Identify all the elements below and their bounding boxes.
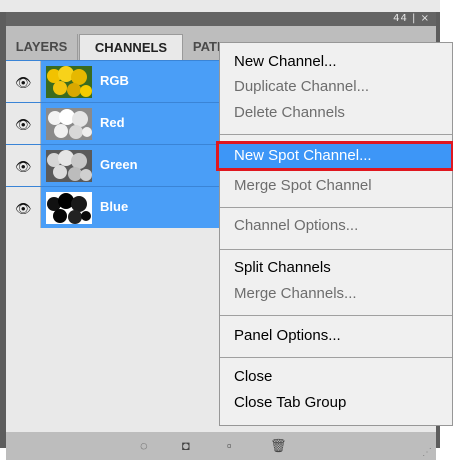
visibility-toggle[interactable]: 👁 [6,187,41,228]
panel-bottom-bar: ◌ ◘ ▫ 🗑 ⋰ [6,432,436,460]
menu-item-merge-spot-channel[interactable]: Merge Spot Channel [234,177,372,194]
channel-name: Red [100,115,125,130]
eye-icon: 👁 [15,117,32,132]
channel-name: Green [100,157,138,172]
eye-icon: 👁 [15,159,32,174]
channel-name: Blue [100,199,129,214]
tab-layers[interactable]: LAYERS [6,34,78,60]
menu-item-split-channels[interactable]: Split Channels [234,259,331,276]
menu-separator [220,249,452,250]
menu-item-new-channel[interactable]: New Channel... [234,53,337,70]
visibility-toggle[interactable]: 👁 [6,145,41,186]
channel-name: RGB [100,73,129,88]
menu-separator [220,315,452,316]
new-channel-icon[interactable]: ▫ [227,438,232,453]
collapse-close-buttons[interactable]: 44 | × [393,13,430,24]
save-selection-icon[interactable]: ◘ [182,438,190,453]
visibility-toggle[interactable]: 👁 [6,61,41,102]
menu-item-close-tab-group[interactable]: Close Tab Group [234,394,346,411]
panel-flyout-menu: New Channel... Duplicate Channel... Dele… [216,42,453,426]
tab-channels[interactable]: CHANNELS [79,34,183,61]
menu-separator [220,134,452,135]
visibility-toggle[interactable]: 👁 [6,103,41,144]
menu-item-duplicate-channel[interactable]: Duplicate Channel... [234,78,369,95]
resize-grip-icon[interactable]: ⋰ [422,447,432,458]
channel-thumbnail [46,150,92,182]
menu-separator [220,207,452,208]
menu-item-close[interactable]: Close [234,368,272,385]
load-selection-icon[interactable]: ◌ [140,438,148,453]
menu-item-new-spot-channel[interactable]: New Spot Channel... [216,141,453,171]
channel-thumbnail [46,108,92,140]
panel-titlebar: 44 | × [6,12,436,26]
channel-thumbnail [46,192,92,224]
eye-icon: 👁 [15,75,32,90]
menu-item-delete-channels[interactable]: Delete Channels [234,104,345,121]
menu-item-label: New Spot Channel... [234,147,372,164]
menu-item-merge-channels[interactable]: Merge Channels... [234,285,357,302]
eye-icon: 👁 [15,201,32,216]
menu-separator [220,357,452,358]
menu-item-channel-options[interactable]: Channel Options... [234,217,358,234]
menu-item-panel-options[interactable]: Panel Options... [234,327,341,344]
channel-thumbnail [46,66,92,98]
